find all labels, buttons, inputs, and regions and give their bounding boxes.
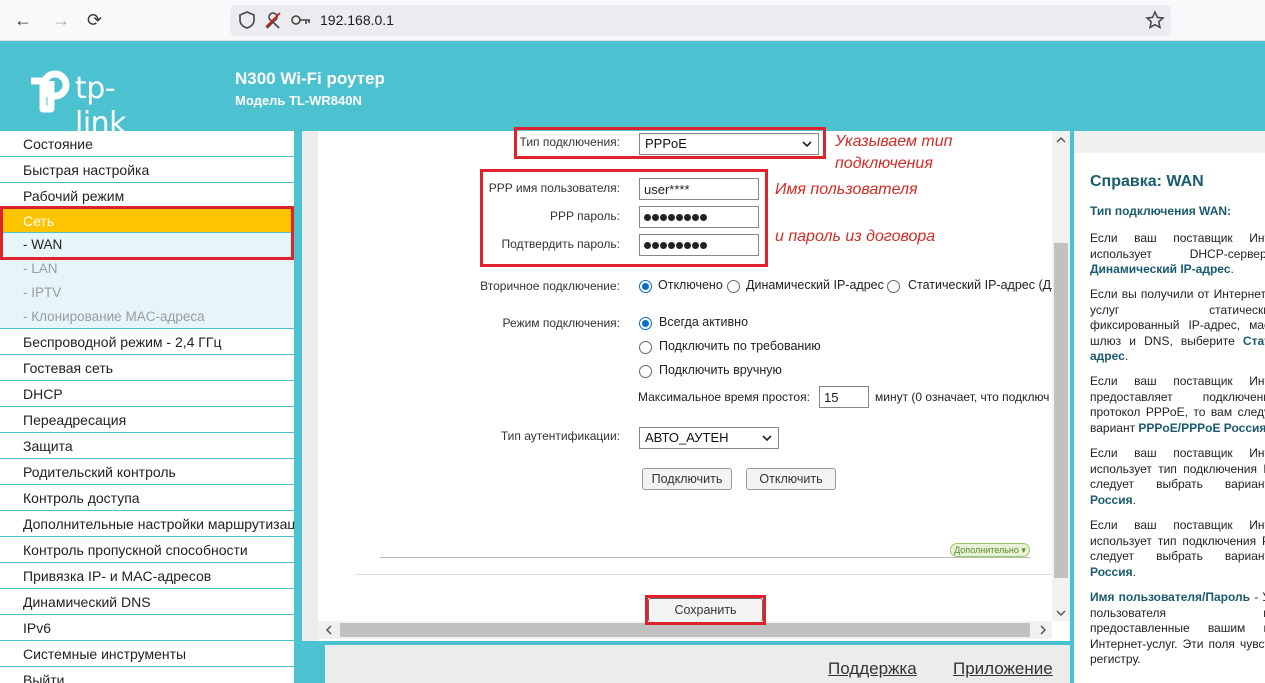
help-panel-top [1074,131,1265,153]
help-p4-link: Россия [1090,492,1133,507]
annotation-line-2: подключения [835,155,933,172]
form-separator [355,574,1052,575]
highlight-network-menu [0,206,294,260]
help-p2-text: Если вы получили от Интернет-услуг стати… [1090,287,1265,348]
annotation-password: и пароль из договора [775,228,936,245]
browser-toolbar: ← → ⟳ 192.168.0.1 [0,0,1265,41]
mode-manual-text: Подключить вручную [659,363,782,377]
help-title: Справка: WAN [1090,173,1204,190]
help-p1-text: Если ваш поставщик Инт использует DHCP-с… [1090,231,1265,261]
footer: Поддержка Приложение [325,645,1070,683]
horizontal-scroll-thumb[interactable] [340,623,1030,637]
router-header: tp-link N300 Wi-Fi роутер Модель TL-WR84… [0,41,1265,141]
secondary-dynamic-radio[interactable] [727,280,740,293]
help-subtitle: Тип подключения WAN: [1090,204,1232,218]
address-bar[interactable]: 192.168.0.1 [230,5,1171,36]
sidebar-border [294,131,302,683]
secondary-dynamic-text: Динамический IP-адрес [746,278,884,292]
sidebar-item-system-tools[interactable]: Системные инструменты [0,641,294,667]
max-idle-time-input[interactable] [819,386,869,408]
url-text: 192.168.0.1 [320,12,394,28]
help-p5-text: Если ваш поставщик Инт использует тип по… [1090,518,1265,563]
disconnect-button[interactable]: Отключить [746,468,836,490]
app-link[interactable]: Приложение [953,659,1053,679]
help-paragraph-2: Если вы получили от Интернет-услуг стати… [1090,287,1265,365]
help-p4-text: Если ваш поставщик Инт использует тип по… [1090,446,1265,491]
sidebar-item-access-control[interactable]: Контроль доступа [0,485,294,511]
sidebar-item-dhcp[interactable]: DHCP [0,381,294,407]
connection-mode-label: Режим подключения: [502,316,620,330]
help-p3-link: PPPoE/PPPoE Россия [1138,420,1265,435]
sidebar-subitem-iptv[interactable]: - IPTV [0,281,294,305]
scroll-left-icon[interactable] [322,621,336,639]
shield-icon[interactable] [238,10,256,30]
highlight-credentials [480,169,768,267]
annotation-line-1: Указываем тип [835,133,953,150]
sidebar-item-ip-mac-binding[interactable]: Привязка IP- и MAC-адресов [0,563,294,589]
forward-arrow-icon[interactable]: → [52,10,70,30]
help-p5-link: Россия [1090,564,1133,579]
sidebar-item-bandwidth-control[interactable]: Контроль пропускной способности [0,537,294,563]
scroll-down-icon[interactable] [1052,606,1070,620]
advanced-button[interactable]: Дополнительно ▾ [950,543,1030,557]
help-p6-head: Имя пользователя/Пароль [1090,590,1251,604]
help-paragraph-6: Имя пользователя/Пароль - У пользователя… [1090,590,1265,668]
auth-type-label: Тип аутентификации: [500,429,620,443]
sidebar-item-dynamic-dns[interactable]: Динамический DNS [0,589,294,615]
bookmark-star-icon[interactable] [1145,10,1165,30]
chevron-down-icon [762,435,772,442]
mode-on-demand-text: Подключить по требованию [659,339,821,353]
max-idle-time-label: Максимальное время простоя: [638,390,810,404]
max-idle-time-suffix: минут (0 означает, что подключ [875,390,1050,404]
auth-type-value: АВТО_АУТЕН [645,430,729,445]
mode-always-on-radio[interactable] [639,317,652,330]
back-arrow-icon[interactable]: ← [14,10,32,30]
help-paragraph-5: Если ваш поставщик Инт использует тип по… [1090,518,1265,580]
auth-type-select[interactable]: АВТО_АУТЕН [639,427,779,449]
sidebar-item-advanced-routing[interactable]: Дополнительные настройки маршрутизации [0,511,294,537]
permission-icon[interactable] [264,10,282,30]
sidebar-item-logout[interactable]: Выйти [0,667,294,683]
help-panel: Справка: WAN Тип подключения WAN: Если в… [1073,131,1265,683]
highlight-save [645,595,766,625]
advanced-divider [380,557,1030,558]
device-title: N300 Wi-Fi роутер [235,69,385,88]
sidebar-item-quick-setup[interactable]: Быстрая настройка [0,157,294,183]
reload-icon[interactable]: ⟳ [87,10,102,30]
connect-button[interactable]: Подключить [642,468,732,490]
help-p1-link: Динамический IP-адрес [1090,262,1231,276]
key-icon[interactable] [290,11,312,29]
sidebar-item-parental-control[interactable]: Родительский контроль [0,459,294,485]
secondary-connection-label: Вторичное подключение: [480,279,620,293]
vertical-scroll-thumb[interactable] [1054,243,1068,578]
sidebar-subitem-lan[interactable]: - LAN [0,257,294,281]
secondary-disabled-radio[interactable] [639,280,652,293]
secondary-static-radio[interactable] [887,280,900,293]
tp-link-logo-icon [31,70,70,113]
sidebar-item-security[interactable]: Защита [0,433,294,459]
sidebar-item-forwarding[interactable]: Переадресация [0,407,294,433]
help-paragraph-1: Если ваш поставщик Инт использует DHCP-с… [1090,231,1265,278]
highlight-connection-type [514,127,826,159]
support-link[interactable]: Поддержка [828,659,917,679]
help-paragraph-3: Если ваш поставщик Инт предоставляет под… [1090,374,1265,436]
device-model: Модель TL-WR840N [235,93,362,108]
tp-link-logo: tp-link [23,67,163,141]
sidebar-item-ipv6[interactable]: IPv6 [0,615,294,641]
annotation-connection-type: Указываем тип подключения [835,131,952,175]
mode-always-on-text: Всегда активно [659,315,749,329]
mode-on-demand-radio[interactable] [639,341,652,354]
help-paragraph-4: Если ваш поставщик Инт использует тип по… [1090,446,1265,508]
sidebar-subitem-mac-clone[interactable]: - Клонирование MAC-адреса [0,305,294,329]
sidebar-item-wireless[interactable]: Беспроводной режим - 2,4 ГГц [0,329,294,355]
annotation-username: Имя пользователя [775,181,918,198]
sidebar-item-guest-network[interactable]: Гостевая сеть [0,355,294,381]
main-left-strip [302,131,318,641]
secondary-disabled-text: Отключено [658,278,723,292]
sidebar-item-status[interactable]: Состояние [0,131,294,157]
mode-manual-radio[interactable] [639,365,652,378]
scroll-right-icon[interactable] [1036,621,1050,639]
scroll-up-icon[interactable] [1052,133,1070,147]
secondary-static-text: Статический IP-адрес (Дл [908,278,1052,292]
